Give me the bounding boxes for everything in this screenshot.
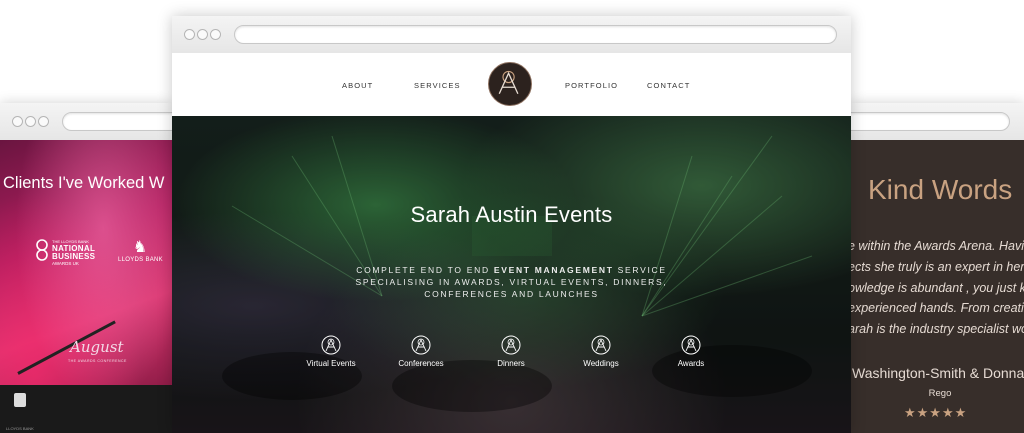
- window-dot: [210, 29, 221, 40]
- logo-a-icon: [321, 335, 341, 355]
- quote-line: owledge is abundant , you just k: [850, 280, 1024, 295]
- nav-about[interactable]: ABOUT: [342, 81, 373, 90]
- logo-a-icon: [591, 335, 611, 355]
- address-bar[interactable]: [850, 112, 1010, 131]
- clients-heading: Clients I've Worked W: [3, 174, 165, 192]
- star-rating-icon: ★★★★★: [904, 405, 968, 420]
- service-label: Weddings: [583, 359, 619, 368]
- testimonial-company: Rego: [928, 388, 952, 399]
- subtitle-text: COMPLETE END TO END: [356, 265, 494, 275]
- window-dot: [12, 116, 23, 127]
- logo-a-icon: [501, 335, 521, 355]
- right-browser-window: Kind Words e within the Awards Arena. Ha…: [850, 103, 1024, 433]
- quote-line: e within the Awards Arena. Havin: [850, 239, 1024, 253]
- window-dot: [38, 116, 49, 127]
- quote-line: ects she truly is an expert in her f: [850, 259, 1024, 274]
- lloyds-bank-logo: ♞ LLOYDS BANK: [118, 239, 163, 263]
- subtitle-bold: EVENT MANAGEMENT: [493, 265, 614, 275]
- service-awards[interactable]: Awards: [651, 335, 731, 368]
- august-subtitle: THE AWARDS CONFERENCE: [68, 359, 127, 363]
- hero-title: Sarah Austin Events: [410, 202, 613, 227]
- quote-line: arah is the industry specialist wo: [850, 322, 1024, 337]
- horse-icon: ♞: [132, 239, 148, 256]
- window-dot: [197, 29, 208, 40]
- window-dot: [25, 116, 36, 127]
- nav-services[interactable]: SERVICES: [414, 81, 461, 90]
- nba-line-2: BUSINESS: [52, 252, 96, 261]
- window-dot: [184, 29, 195, 40]
- address-bar[interactable]: [62, 112, 172, 131]
- nba-tail-text: AWARDS UK: [52, 261, 79, 266]
- center-browser-window: ABOUT SERVICES PORTFOLIO CONTACT Sarah A…: [172, 16, 851, 433]
- browser-chrome: [0, 103, 172, 141]
- quote-line: experienced hands. From creatio: [850, 301, 1024, 316]
- testimonial-quote: e within the Awards Arena. Havin ects sh…: [850, 236, 1024, 340]
- service-label: Awards: [677, 359, 705, 368]
- service-label: Conferences: [398, 359, 444, 368]
- podium: LLOYDS BANK: [0, 385, 172, 433]
- podium-text: LLOYDS BANK: [6, 426, 34, 431]
- address-bar[interactable]: [234, 25, 837, 44]
- sarah-austin-logo[interactable]: [488, 62, 532, 106]
- lloyds-bank-text: LLOYDS BANK: [118, 257, 163, 263]
- left-browser-window: Clients I've Worked W THE LLOYDS BANK NA…: [0, 103, 172, 433]
- testimonial-author: Washington-Smith & Donna: [852, 365, 1024, 381]
- browser-chrome: [850, 103, 1024, 141]
- logo-a-icon: [681, 335, 701, 355]
- hero-section: Sarah Austin Events COMPLETE END TO END …: [172, 116, 851, 433]
- service-conferences[interactable]: Conferences: [381, 335, 461, 368]
- browser-chrome: [172, 16, 851, 54]
- nav-contact[interactable]: CONTACT: [647, 81, 690, 90]
- service-label: Dinners: [497, 359, 525, 368]
- site-navbar: ABOUT SERVICES PORTFOLIO CONTACT: [172, 53, 851, 116]
- logo-a-icon: [498, 70, 519, 95]
- service-dinners[interactable]: Dinners: [471, 335, 551, 368]
- nav-portfolio[interactable]: PORTFOLIO: [565, 81, 618, 90]
- logo-a-icon: [411, 335, 431, 355]
- clients-section: Clients I've Worked W THE LLOYDS BANK NA…: [0, 140, 172, 433]
- service-weddings[interactable]: Weddings: [561, 335, 641, 368]
- hero-subtitle: COMPLETE END TO END EVENT MANAGEMENT SER…: [342, 264, 681, 300]
- lloyds-horse-icon: [14, 393, 26, 407]
- service-virtual-events[interactable]: Virtual Events: [291, 335, 371, 368]
- awards-figure-icon: [36, 239, 48, 261]
- service-label: Virtual Events: [306, 359, 356, 368]
- august-logo: August: [70, 338, 124, 356]
- testimonials-section: Kind Words e within the Awards Arena. Ha…: [850, 140, 1024, 433]
- kind-words-heading: Kind Words: [868, 174, 1013, 205]
